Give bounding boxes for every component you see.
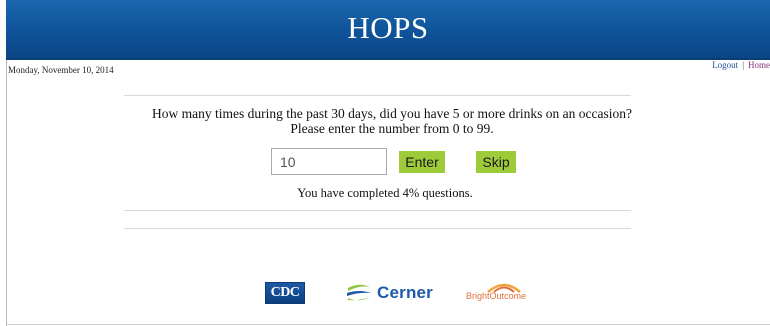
cerner-swoosh-icon bbox=[347, 284, 371, 301]
question-text: How many times during the past 30 days, … bbox=[152, 106, 632, 136]
answer-input[interactable] bbox=[271, 148, 387, 175]
app-header: HOPS bbox=[6, 0, 770, 60]
top-links: Logout | Home bbox=[712, 60, 770, 70]
skip-button[interactable]: Skip bbox=[476, 151, 516, 173]
progress-text: You have completed 4% questions. bbox=[297, 186, 473, 200]
divider-bottom bbox=[124, 228, 631, 229]
cerner-logo-text: Cerner bbox=[377, 283, 434, 302]
logout-link[interactable]: Logout bbox=[712, 60, 738, 70]
app-title: HOPS bbox=[347, 10, 429, 45]
enter-button[interactable]: Enter bbox=[399, 151, 445, 173]
divider-top bbox=[124, 95, 631, 96]
home-link[interactable]: Home bbox=[748, 60, 770, 70]
divider-middle bbox=[124, 210, 631, 211]
current-date: Monday, November 10, 2014 bbox=[8, 65, 114, 75]
link-separator: | bbox=[742, 60, 744, 70]
brightoutcome-logo-text: BrightOutcome bbox=[466, 291, 527, 301]
frame-border-bottom bbox=[6, 324, 770, 325]
cdc-logo: CDC bbox=[265, 282, 305, 304]
cerner-logo: Cerner bbox=[345, 280, 433, 306]
brightoutcome-logo: BrightOutcome bbox=[466, 281, 536, 305]
